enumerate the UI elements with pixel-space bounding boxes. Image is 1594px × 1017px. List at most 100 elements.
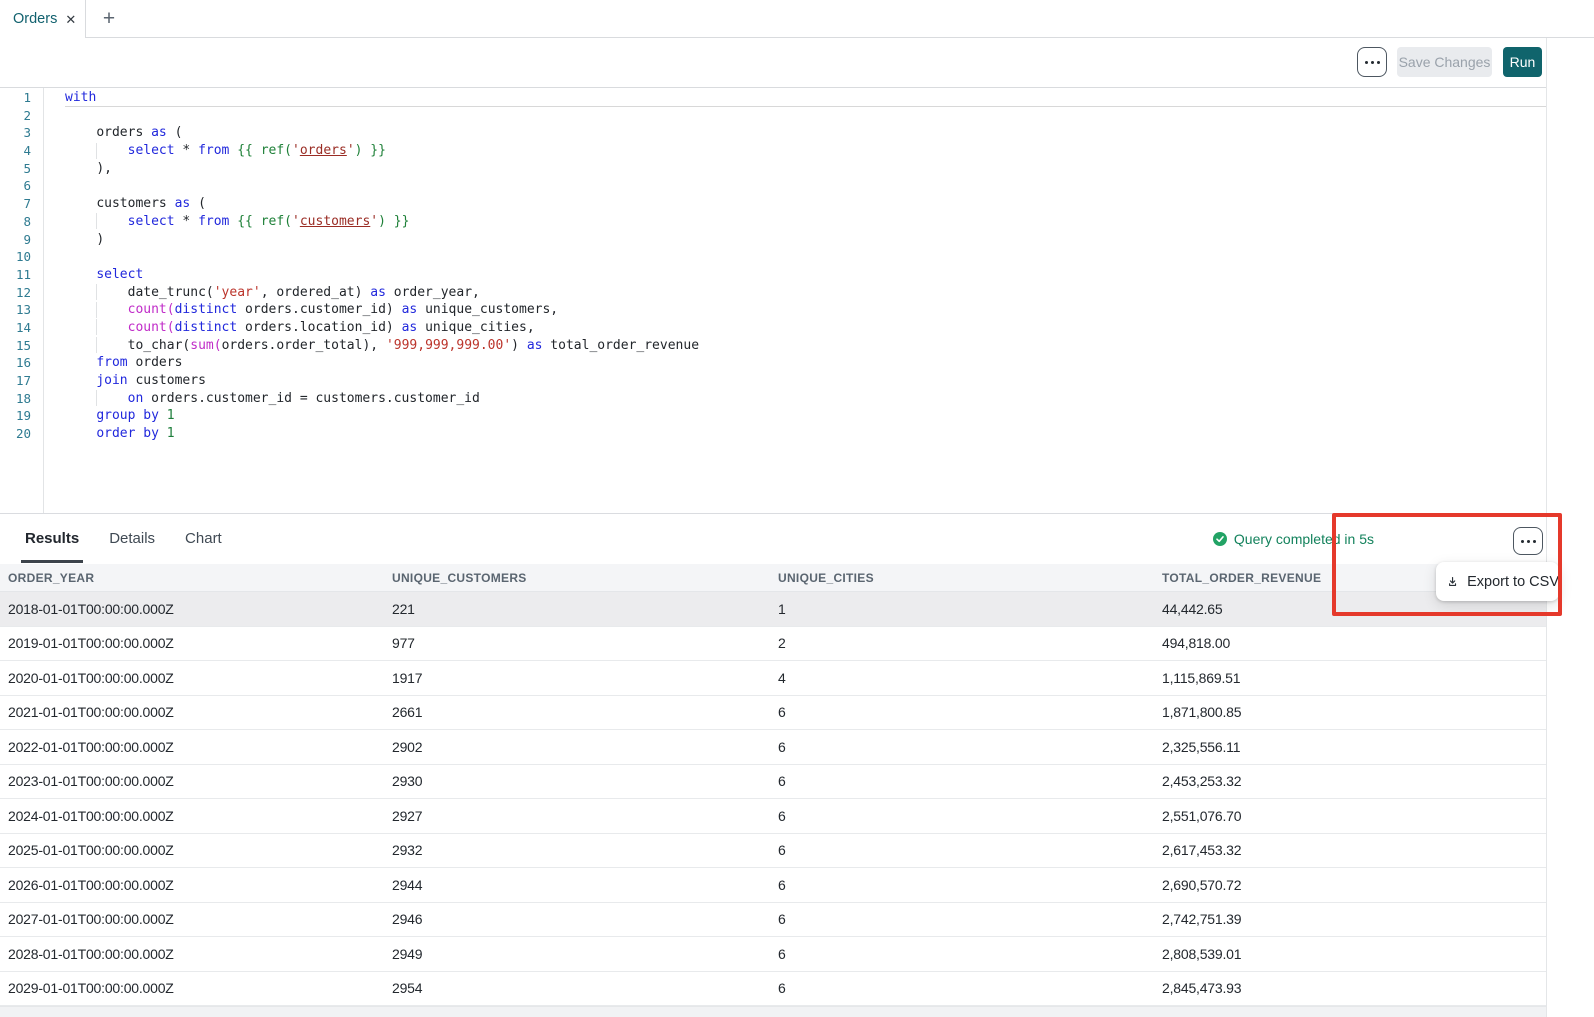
- check-circle-icon: [1213, 532, 1227, 546]
- table-cell: 2,617,453.32: [1154, 834, 1546, 868]
- line-number: 14: [0, 319, 43, 337]
- results-more-button[interactable]: [1513, 527, 1543, 555]
- table-cell: 2,742,751.39: [1154, 903, 1546, 937]
- line-number: 1: [0, 89, 43, 107]
- code-line[interactable]: [65, 107, 1546, 125]
- code-line[interactable]: orders as (: [65, 124, 1546, 142]
- table-row[interactable]: 2027-01-01T00:00:00.000Z294662,742,751.3…: [0, 903, 1546, 938]
- line-number: 15: [0, 337, 43, 355]
- code-line[interactable]: select * from {{ ref('orders') }}: [65, 142, 1546, 160]
- table-cell: 2018-01-01T00:00:00.000Z: [0, 592, 384, 626]
- table-row[interactable]: 2022-01-01T00:00:00.000Z290262,325,556.1…: [0, 730, 1546, 765]
- table-cell: 2,845,473.93: [1154, 972, 1546, 1006]
- table-row[interactable]: 2024-01-01T00:00:00.000Z292762,551,076.7…: [0, 799, 1546, 834]
- table-cell: 2927: [384, 799, 770, 833]
- table-row[interactable]: 2023-01-01T00:00:00.000Z293062,453,253.3…: [0, 765, 1546, 800]
- table-cell: 2027-01-01T00:00:00.000Z: [0, 903, 384, 937]
- code-line[interactable]: order by 1: [65, 425, 1546, 443]
- export-csv-label: Export to CSV: [1467, 574, 1559, 590]
- tab-label: Orders: [13, 11, 57, 27]
- table-row[interactable]: 2020-01-01T00:00:00.000Z191741,115,869.5…: [0, 661, 1546, 696]
- table-row[interactable]: 2019-01-01T00:00:00.000Z9772494,818.00: [0, 627, 1546, 662]
- line-number: 2: [0, 107, 43, 125]
- table-cell: 1: [770, 592, 1154, 626]
- code-line[interactable]: [65, 177, 1546, 195]
- table-cell: 2022-01-01T00:00:00.000Z: [0, 730, 384, 764]
- run-button[interactable]: Run: [1503, 47, 1542, 77]
- column-header: UNIQUE_CITIES: [770, 564, 1154, 591]
- table-row[interactable]: 2028-01-01T00:00:00.000Z294962,808,539.0…: [0, 937, 1546, 972]
- table-cell: 2932: [384, 834, 770, 868]
- save-changes-button[interactable]: Save Changes: [1397, 47, 1492, 77]
- table-cell: 6: [770, 937, 1154, 971]
- code-line[interactable]: with: [65, 89, 1546, 107]
- results-tab-details[interactable]: Details: [109, 514, 155, 563]
- table-cell: 2954: [384, 972, 770, 1006]
- line-number: 8: [0, 213, 43, 231]
- code-line[interactable]: to_char(sum(orders.order_total), '999,99…: [65, 337, 1546, 355]
- line-number: 12: [0, 284, 43, 302]
- code-line[interactable]: on orders.customer_id = customers.custom…: [65, 390, 1546, 408]
- tab-orders[interactable]: Orders ✕: [0, 0, 86, 38]
- table-cell: 2949: [384, 937, 770, 971]
- results-panel: Results Details Chart Query completed in 5…: [0, 513, 1546, 1017]
- table-row[interactable]: 2029-01-01T00:00:00.000Z295462,845,473.9…: [0, 972, 1546, 1007]
- table-cell: 2029-01-01T00:00:00.000Z: [0, 972, 384, 1006]
- download-icon: [1446, 574, 1459, 590]
- close-icon[interactable]: ✕: [65, 13, 76, 26]
- kebab-icon: [1365, 61, 1368, 64]
- table-cell: 2661: [384, 696, 770, 730]
- table-row[interactable]: 2025-01-01T00:00:00.000Z293262,617,453.3…: [0, 834, 1546, 869]
- line-number: 9: [0, 231, 43, 249]
- results-tab-results[interactable]: Results: [25, 514, 79, 563]
- code-line[interactable]: group by 1: [65, 407, 1546, 425]
- code-line[interactable]: ),: [65, 160, 1546, 178]
- code-area[interactable]: with orders as ( select * from {{ ref('o…: [44, 88, 1546, 513]
- results-tab-bar: Results Details Chart: [25, 514, 222, 563]
- table-cell: 221: [384, 592, 770, 626]
- code-line[interactable]: join customers: [65, 372, 1546, 390]
- code-line[interactable]: select * from {{ ref('customers') }}: [65, 213, 1546, 231]
- code-line[interactable]: date_trunc('year', ordered_at) as order_…: [65, 284, 1546, 302]
- table-cell: 2,453,253.32: [1154, 765, 1546, 799]
- sql-code-editor[interactable]: 1234567891011121314151617181920 with ord…: [0, 88, 1546, 513]
- line-number: 19: [0, 407, 43, 425]
- results-table-body: 2018-01-01T00:00:00.000Z221144,442.65201…: [0, 592, 1546, 1006]
- horizontal-scrollbar[interactable]: [0, 1006, 1546, 1017]
- export-csv-menu-item[interactable]: Export to CSV: [1436, 562, 1559, 601]
- table-cell: 2,808,539.01: [1154, 937, 1546, 971]
- table-row[interactable]: 2018-01-01T00:00:00.000Z221144,442.65: [0, 592, 1546, 627]
- column-header: ORDER_YEAR: [0, 564, 384, 591]
- code-line[interactable]: count(distinct orders.customer_id) as un…: [65, 301, 1546, 319]
- new-tab-button[interactable]: +: [92, 0, 126, 38]
- query-status: Query completed in 5s: [1213, 526, 1374, 552]
- code-line[interactable]: from orders: [65, 354, 1546, 372]
- line-number: 18: [0, 390, 43, 408]
- line-number: 6: [0, 177, 43, 195]
- table-cell: 1,871,800.85: [1154, 696, 1546, 730]
- code-line[interactable]: customers as (: [65, 195, 1546, 213]
- results-tab-chart[interactable]: Chart: [185, 514, 222, 563]
- table-cell: 2028-01-01T00:00:00.000Z: [0, 937, 384, 971]
- editor-toolbar: Save Changes Run: [0, 38, 1546, 88]
- editor-more-button[interactable]: [1357, 47, 1387, 77]
- line-number: 4: [0, 142, 43, 160]
- table-cell: 6: [770, 696, 1154, 730]
- table-cell: 6: [770, 903, 1154, 937]
- table-cell: 2944: [384, 868, 770, 902]
- table-cell: 6: [770, 765, 1154, 799]
- table-cell: 6: [770, 972, 1154, 1006]
- table-cell: 4: [770, 661, 1154, 695]
- table-cell: 1917: [384, 661, 770, 695]
- table-cell: 2930: [384, 765, 770, 799]
- table-cell: 1,115,869.51: [1154, 661, 1546, 695]
- code-line[interactable]: ): [65, 231, 1546, 249]
- line-number: 3: [0, 124, 43, 142]
- table-cell: 2026-01-01T00:00:00.000Z: [0, 868, 384, 902]
- table-cell: 2020-01-01T00:00:00.000Z: [0, 661, 384, 695]
- code-line[interactable]: count(distinct orders.location_id) as un…: [65, 319, 1546, 337]
- table-row[interactable]: 2026-01-01T00:00:00.000Z294462,690,570.7…: [0, 868, 1546, 903]
- code-line[interactable]: [65, 248, 1546, 266]
- table-row[interactable]: 2021-01-01T00:00:00.000Z266161,871,800.8…: [0, 696, 1546, 731]
- code-line[interactable]: select: [65, 266, 1546, 284]
